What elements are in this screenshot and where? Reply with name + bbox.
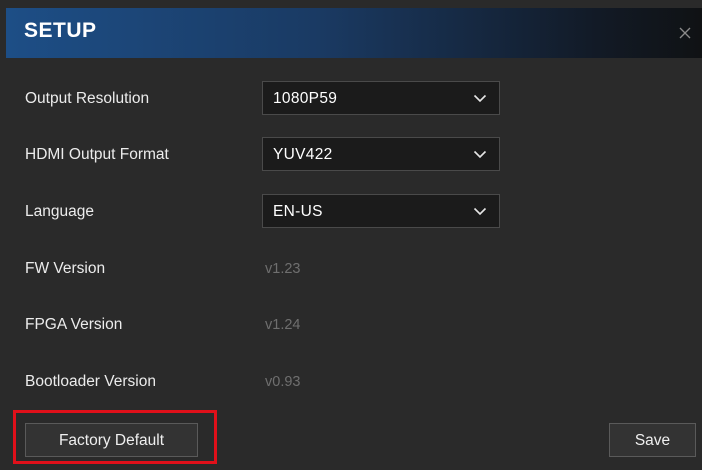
fw-version-label: FW Version <box>25 260 106 277</box>
dialog-title: SETUP <box>24 19 97 42</box>
factory-default-button[interactable]: Factory Default <box>25 423 198 457</box>
chevron-down-icon <box>473 150 487 159</box>
language-value: EN-US <box>273 203 323 220</box>
fw-version-value: v1.23 <box>265 261 301 277</box>
fpga-version-label: FPGA Version <box>25 316 123 333</box>
hdmi-output-format-label: HDMI Output Format <box>25 146 169 163</box>
bootloader-version-value: v0.93 <box>265 374 301 390</box>
language-select[interactable]: EN-US <box>262 194 500 228</box>
save-button[interactable]: Save <box>609 423 696 457</box>
fpga-version-value: v1.24 <box>265 317 301 333</box>
hdmi-output-format-select[interactable]: YUV422 <box>262 137 500 171</box>
output-resolution-select[interactable]: 1080P59 <box>262 81 500 115</box>
setup-dialog: SETUP Output Resolution 1080P59 HDMI Out… <box>0 0 702 470</box>
output-resolution-label: Output Resolution <box>25 90 150 107</box>
output-resolution-value: 1080P59 <box>273 90 338 107</box>
hdmi-output-format-value: YUV422 <box>273 146 333 163</box>
chevron-down-icon <box>473 207 487 216</box>
chevron-down-icon <box>473 94 487 103</box>
language-label: Language <box>25 203 94 220</box>
title-bar: SETUP <box>6 8 702 58</box>
bootloader-version-label: Bootloader Version <box>25 373 156 390</box>
close-icon[interactable] <box>678 26 692 40</box>
